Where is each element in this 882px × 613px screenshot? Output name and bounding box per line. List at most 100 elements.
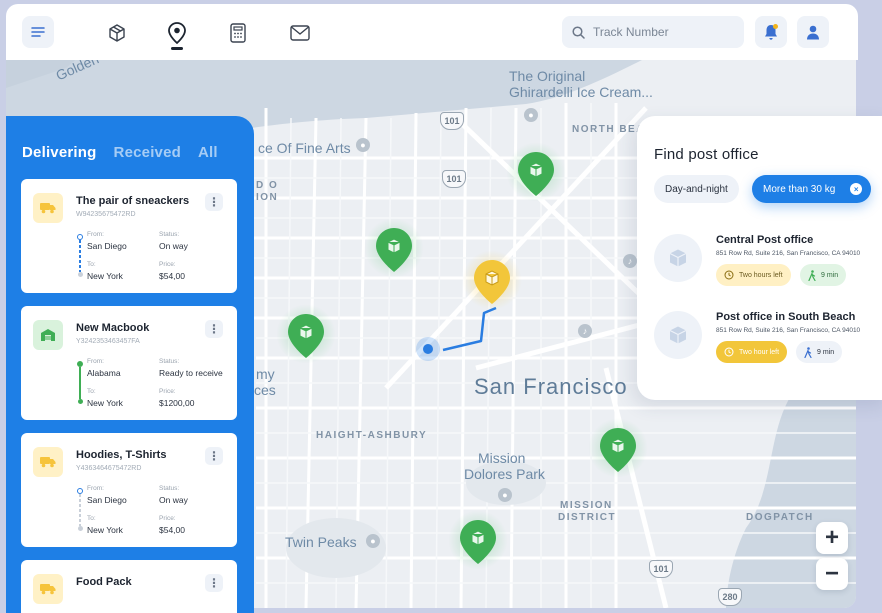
map-label-district-b: ION [256, 192, 279, 203]
delivery-card[interactable]: Hoodies, T-Shirts Y4363464675472RD ⋮ Fro… [21, 433, 237, 547]
warehouse-icon [33, 320, 63, 350]
package-pin[interactable] [364, 218, 424, 278]
truck-icon [33, 574, 63, 604]
package-pin[interactable] [276, 304, 336, 364]
route-track [76, 488, 84, 532]
menu-button[interactable] [22, 16, 54, 48]
deliveries-panel: Delivering Received All The pair of snea… [6, 116, 254, 613]
status-label: Status: [159, 358, 180, 365]
office-name: Central Post office [716, 234, 814, 246]
package-pin[interactable] [448, 510, 508, 570]
mail-icon [290, 25, 310, 41]
from-label: From: [87, 358, 104, 365]
route-track [76, 361, 84, 405]
office-address: 851 Row Rd, Suite 216, San Francisco, CA… [716, 250, 861, 257]
chip-label: Day-and-night [665, 183, 728, 195]
more-options-button[interactable]: ⋮ [205, 320, 223, 338]
map-label-mission-dolores-2: Dolores Park [464, 466, 545, 482]
from-value: San Diego [87, 241, 127, 251]
filter-chip-more-than-30kg[interactable]: More than 30 kg × [752, 175, 872, 203]
time-left-badge: Two hours left [716, 264, 791, 286]
status-label: Status: [159, 485, 180, 492]
card-title: Hoodies, T-Shirts [76, 449, 167, 461]
poi-icon: ● [524, 108, 538, 122]
to-label: To: [87, 515, 96, 522]
map-label-the-original: The Original [509, 68, 586, 84]
package-icon [109, 24, 125, 42]
top-bar [6, 4, 858, 60]
card-title: Food Pack [76, 576, 132, 588]
package-pin[interactable] [506, 142, 566, 202]
delivery-tabs: Delivering Received All [22, 144, 218, 161]
close-icon[interactable]: × [850, 183, 863, 195]
nav-package[interactable] [102, 18, 132, 48]
map-label-twin-peaks: Twin Peaks [285, 534, 357, 550]
bell-icon [765, 24, 778, 40]
tab-delivering[interactable]: Delivering [22, 144, 97, 161]
nav-mail[interactable] [285, 18, 315, 48]
package-pin[interactable] [588, 418, 648, 478]
price-label: Price: [159, 261, 176, 268]
walk-time-text: 9 min [821, 271, 839, 279]
track-number-search[interactable] [562, 16, 744, 48]
post-office-item[interactable]: Post office in South Beach 851 Row Rd, S… [654, 311, 882, 371]
delivery-card[interactable]: The pair of sneackers W94235675472RD ⋮ F… [21, 179, 237, 293]
time-left-text: Two hour left [739, 348, 780, 356]
clock-icon [724, 347, 734, 357]
package-icon [654, 311, 702, 359]
map-label-mission-dolores-1: Mission [478, 450, 526, 466]
tab-received[interactable]: Received [114, 144, 181, 161]
filter-chip-day-and-night[interactable]: Day-and-night [654, 175, 739, 203]
card-title: New Macbook [76, 322, 150, 334]
from-value: Alabama [87, 368, 121, 378]
price-label: Price: [159, 515, 176, 522]
to-value: New York [87, 398, 123, 408]
chip-label: More than 30 kg [763, 183, 836, 195]
post-office-item[interactable]: Central Post office 851 Row Rd, Suite 21… [654, 234, 882, 294]
current-location-marker [416, 337, 440, 361]
find-post-office-panel: Find post office Day-and-night More than… [637, 116, 882, 400]
camera-poi-icon: ● [366, 534, 380, 548]
nav-calculator[interactable] [223, 18, 253, 48]
delivery-card[interactable]: New Macbook Y3242353463457FA ⋮ From: Ala… [21, 306, 237, 420]
profile-button[interactable] [797, 16, 829, 48]
nav-location[interactable] [162, 18, 192, 48]
to-value: New York [87, 525, 123, 535]
more-options-button[interactable]: ⋮ [205, 193, 223, 211]
more-options-button[interactable]: ⋮ [205, 447, 223, 465]
notifications-button[interactable] [755, 16, 787, 48]
menu-icon [31, 27, 45, 37]
walk-time-badge: 9 min [796, 341, 843, 363]
price-label: Price: [159, 388, 176, 395]
status-value: Ready to receive [159, 368, 223, 378]
tab-all[interactable]: All [198, 144, 218, 161]
price-value: $54,00 [159, 525, 185, 535]
route-shield-101: 101 [440, 112, 464, 130]
package-pin-selected[interactable] [462, 250, 522, 310]
map-label-district-a: D O [256, 180, 279, 191]
map-label-san-francisco: San Francisco [474, 374, 628, 399]
zoom-in-button[interactable]: + [816, 522, 848, 554]
poi-icon: ● [498, 488, 512, 502]
more-options-button[interactable]: ⋮ [205, 574, 223, 592]
truck-icon [33, 447, 63, 477]
delivery-card[interactable]: Food Pack ⋮ [21, 560, 237, 613]
walking-icon [808, 269, 816, 281]
track-number-input[interactable] [593, 25, 733, 39]
clock-icon [724, 270, 734, 280]
walk-time-badge: 9 min [800, 264, 847, 286]
music-poi-icon: ♪ [623, 254, 637, 268]
status-value: On way [159, 241, 188, 251]
map-label-my: my [256, 366, 275, 382]
truck-icon [33, 193, 63, 223]
office-address: 851 Row Rd, Suite 216, San Francisco, CA… [716, 327, 861, 334]
zoom-out-button[interactable]: − [816, 558, 848, 590]
to-value: New York [87, 271, 123, 281]
walk-time-text: 9 min [817, 348, 835, 356]
tracking-code: Y3242353463457FA [76, 338, 140, 345]
route-shield-101: 101 [649, 560, 673, 578]
from-label: From: [87, 231, 104, 238]
location-pin-icon [168, 22, 186, 44]
card-title: The pair of sneackers [76, 195, 190, 207]
status-value: On way [159, 495, 188, 505]
